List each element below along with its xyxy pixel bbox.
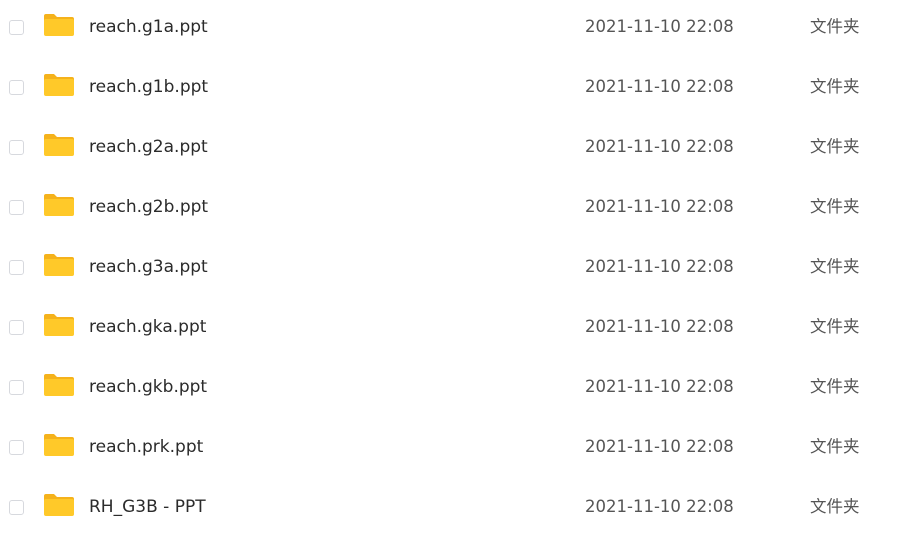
file-type: 文件夹 — [810, 137, 860, 156]
file-name[interactable]: reach.g2a.ppt — [89, 135, 208, 159]
row-checkbox[interactable] — [9, 260, 24, 275]
file-type: 文件夹 — [810, 197, 860, 216]
file-modified-date: 2021-11-10 22:08 — [585, 437, 734, 456]
file-name[interactable]: reach.gkb.ppt — [89, 375, 207, 399]
row-checkbox[interactable] — [9, 320, 24, 335]
file-type: 文件夹 — [810, 17, 860, 36]
file-row[interactable]: reach.g2a.ppt 2021-11-10 22:08 文件夹 — [0, 120, 911, 180]
row-checkbox[interactable] — [9, 20, 24, 35]
file-name[interactable]: reach.g2b.ppt — [89, 195, 208, 219]
file-type: 文件夹 — [810, 377, 860, 396]
file-row[interactable]: reach.g1a.ppt 2021-11-10 22:08 文件夹 — [0, 0, 911, 60]
file-modified-date: 2021-11-10 22:08 — [585, 257, 734, 276]
file-list: reach.g1a.ppt 2021-11-10 22:08 文件夹 reach… — [0, 0, 911, 531]
row-checkbox[interactable] — [9, 500, 24, 515]
file-row[interactable]: reach.gka.ppt 2021-11-10 22:08 文件夹 — [0, 300, 911, 360]
folder-icon — [43, 133, 75, 157]
folder-icon — [43, 73, 75, 97]
file-name[interactable]: reach.g1a.ppt — [89, 15, 208, 39]
file-type: 文件夹 — [810, 317, 860, 336]
folder-icon — [43, 433, 75, 457]
file-modified-date: 2021-11-10 22:08 — [585, 77, 734, 96]
file-row[interactable]: RH_G3B - PPT 2021-11-10 22:08 文件夹 — [0, 480, 911, 540]
file-type: 文件夹 — [810, 77, 860, 96]
file-row[interactable]: reach.gkb.ppt 2021-11-10 22:08 文件夹 — [0, 360, 911, 420]
row-checkbox[interactable] — [9, 140, 24, 155]
folder-icon — [43, 13, 75, 37]
folder-icon — [43, 373, 75, 397]
file-modified-date: 2021-11-10 22:08 — [585, 17, 734, 36]
folder-icon — [43, 313, 75, 337]
file-type: 文件夹 — [810, 257, 860, 276]
file-row[interactable]: reach.g3a.ppt 2021-11-10 22:08 文件夹 — [0, 240, 911, 300]
file-modified-date: 2021-11-10 22:08 — [585, 137, 734, 156]
file-name[interactable]: reach.g3a.ppt — [89, 255, 208, 279]
file-row[interactable]: reach.prk.ppt 2021-11-10 22:08 文件夹 — [0, 420, 911, 480]
file-name[interactable]: reach.prk.ppt — [89, 435, 203, 459]
file-modified-date: 2021-11-10 22:08 — [585, 377, 734, 396]
folder-icon — [43, 193, 75, 217]
row-checkbox[interactable] — [9, 440, 24, 455]
file-type: 文件夹 — [810, 497, 860, 516]
file-row[interactable]: reach.g2b.ppt 2021-11-10 22:08 文件夹 — [0, 180, 911, 240]
file-modified-date: 2021-11-10 22:08 — [585, 197, 734, 216]
file-modified-date: 2021-11-10 22:08 — [585, 317, 734, 336]
row-checkbox[interactable] — [9, 80, 24, 95]
folder-icon — [43, 253, 75, 277]
row-checkbox[interactable] — [9, 380, 24, 395]
folder-icon — [43, 493, 75, 517]
file-name[interactable]: reach.gka.ppt — [89, 315, 206, 339]
file-name[interactable]: RH_G3B - PPT — [89, 495, 206, 519]
file-type: 文件夹 — [810, 437, 860, 456]
file-modified-date: 2021-11-10 22:08 — [585, 497, 734, 516]
row-checkbox[interactable] — [9, 200, 24, 215]
file-row[interactable]: reach.g1b.ppt 2021-11-10 22:08 文件夹 — [0, 60, 911, 120]
file-name[interactable]: reach.g1b.ppt — [89, 75, 208, 99]
